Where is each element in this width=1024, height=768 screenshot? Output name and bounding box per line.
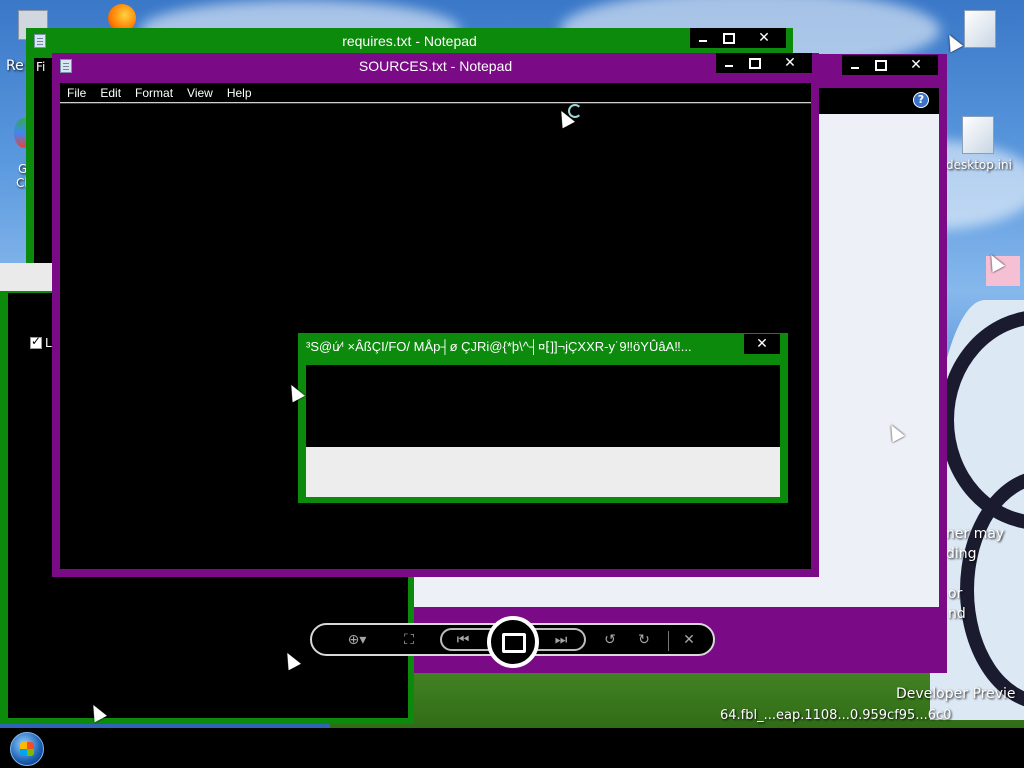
desktop-ini-icon[interactable]: desktop.ini [946, 116, 1012, 172]
file-icon [964, 10, 996, 48]
help-icon[interactable]: ? [913, 92, 929, 108]
dialog-close-button[interactable]: ✕ [744, 334, 780, 354]
taskbar [0, 728, 1024, 768]
rotate-right-icon[interactable]: ↻ [633, 631, 655, 649]
desktop-text-fragment: Re [6, 58, 24, 74]
notepad-icon [34, 34, 46, 48]
requires-close-button[interactable]: ✕ [742, 28, 786, 48]
desktop-text-fragment: ner may [946, 526, 1005, 542]
start-button-icon[interactable] [10, 732, 44, 766]
previous-icon[interactable]: ⏮ [452, 631, 474, 649]
developer-preview-text: Developer Previe [896, 686, 1016, 702]
menu-edit[interactable]: Edit [93, 86, 128, 100]
dialog-dark-area [306, 365, 780, 447]
toolbar-divider [668, 631, 669, 651]
dialog-title: ³S@ú⁄ⁱ ×ÂßÇI/FO/ MÅp┤ø ÇJRi@{*þ\^┤¤⁅]]¬j… [306, 339, 692, 354]
sources-maximize-button[interactable] [742, 53, 768, 73]
zoom-icon[interactable]: ⊕▾ [340, 631, 374, 649]
desktop-text-fragment: ding [946, 546, 977, 562]
desktop-icon-label: desktop.ini [946, 158, 1012, 172]
notepad-icon [60, 59, 72, 73]
checkbox[interactable] [30, 334, 42, 349]
left-window-title [0, 263, 52, 291]
sources-title: SOURCES.txt - Notepad [358, 58, 513, 74]
garbled-dialog: ³S@ú⁄ⁱ ×ÂßÇI/FO/ MÅp┤ø ÇJRi@{*þ\^┤¤⁅]]¬j… [298, 333, 788, 503]
sources-menubar: File Edit Format View Help [60, 83, 811, 103]
requires-menu-file[interactable]: Fi [36, 60, 45, 74]
requires-minimize-button[interactable] [690, 28, 716, 48]
dialog-light-area [306, 447, 780, 497]
requires-caption-buttons: ✕ [690, 28, 786, 48]
viewer-close-button[interactable]: ✕ [894, 55, 938, 75]
slideshow-button[interactable] [487, 616, 539, 668]
menu-file[interactable]: File [60, 86, 93, 100]
next-icon[interactable]: ⏭ [550, 631, 572, 649]
requires-maximize-button[interactable] [716, 28, 742, 48]
viewer-minimize-button[interactable] [842, 55, 868, 75]
build-string-text: 64.fbl_...eap.1108...0.959cf95...6c0 [720, 708, 952, 723]
sources-close-button[interactable]: ✕ [768, 53, 812, 73]
menu-view[interactable]: View [180, 86, 220, 100]
menu-help[interactable]: Help [220, 86, 259, 100]
sources-caption-buttons: ✕ [716, 53, 812, 73]
rotate-left-icon[interactable]: ↺ [599, 631, 621, 649]
sources-minimize-button[interactable] [716, 53, 742, 73]
settings-file-icon [962, 116, 994, 154]
viewer-caption-buttons: ✕ [842, 55, 938, 75]
viewer-maximize-button[interactable] [868, 55, 894, 75]
desktop-text-fragment: or [948, 586, 963, 602]
viewer-toolbar: ⊕▾ ⛶ ⏮ ⏭ ↺ ↻ ✕ [310, 616, 715, 668]
delete-icon[interactable]: ✕ [678, 631, 700, 649]
fit-window-icon[interactable]: ⛶ [398, 631, 420, 649]
requires-title: requires.txt - Notepad [342, 33, 477, 49]
menu-format[interactable]: Format [128, 86, 180, 100]
desktop-text-fragment: nd [948, 606, 966, 622]
